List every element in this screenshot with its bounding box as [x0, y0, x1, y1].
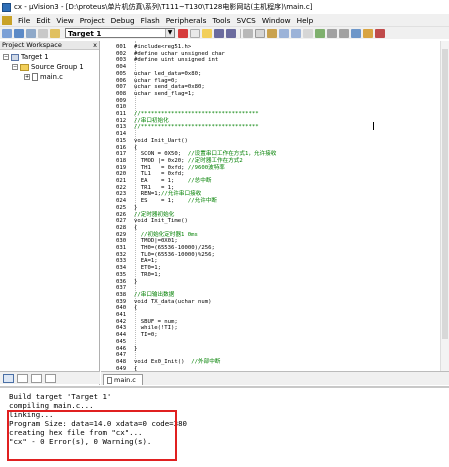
breakpoint-icon[interactable]	[363, 28, 373, 38]
code-line: void Ex0_Init() //外部中断	[134, 358, 221, 365]
text-cursor	[373, 122, 374, 130]
project-workspace-header: Project Workspace x	[0, 41, 99, 50]
code-line: //***********************************	[134, 124, 259, 131]
files-tab-icon[interactable]	[3, 373, 14, 383]
menu-debug[interactable]: Debug	[108, 16, 138, 25]
code-line: TI=0;	[134, 332, 158, 339]
copy-icon[interactable]	[255, 28, 265, 38]
save-all-icon[interactable]	[226, 28, 236, 38]
chevron-down-icon[interactable]: ▼	[165, 29, 174, 37]
editor-tabs: main.c	[101, 371, 449, 385]
options-icon[interactable]	[178, 28, 188, 38]
unindent-icon[interactable]	[339, 28, 349, 38]
menu-view[interactable]: View	[53, 16, 76, 25]
code-line: void Init_Uart()	[134, 137, 188, 144]
window-title: cx - µVision3 - [D:\proteus\单片机仿真\系列\T11…	[14, 3, 313, 11]
target-icon	[11, 53, 19, 61]
debug-icon[interactable]	[351, 28, 361, 38]
tree-item-label: main.c	[40, 73, 63, 81]
build-all-icon[interactable]	[26, 28, 36, 38]
build-icon[interactable]	[2, 28, 12, 38]
code-line: uchar send_flag=1;	[134, 90, 195, 97]
tree-item-label: Source Group 1	[31, 63, 84, 71]
title-bar: cx - µVision3 - [D:\proteus\单片机仿真\系列\T11…	[0, 0, 449, 14]
target-select[interactable]: Target 1 ▼	[65, 28, 175, 38]
menu-file[interactable]: File	[15, 16, 33, 25]
expand-icon[interactable]: +	[24, 74, 30, 80]
code-line: void Init_Time()	[134, 218, 188, 225]
menu-tools[interactable]: Tools	[209, 16, 233, 25]
code-editor[interactable]: 001 002 003 004 005 006 007 008 009 010 011 012 013 0…	[101, 41, 449, 371]
tree-item-source-group[interactable]: − Source Group 1	[12, 63, 84, 71]
document-icon[interactable]	[2, 15, 12, 25]
menu-peripherals[interactable]: Peripherals	[163, 16, 210, 25]
code-line: ES = 1; //允许中断	[134, 198, 218, 205]
project-workspace-title: Project Workspace	[2, 41, 62, 49]
books-tab-icon[interactable]	[17, 373, 28, 383]
project-pane-tabs	[0, 371, 100, 384]
find-icon[interactable]	[303, 28, 313, 38]
open-folder-icon[interactable]	[202, 28, 212, 38]
folder-icon	[20, 63, 29, 71]
code-line: {	[134, 305, 138, 312]
tab-label: main.c	[114, 376, 136, 384]
menu-flash[interactable]: Flash	[138, 16, 163, 25]
code-line: }	[134, 345, 138, 352]
output-line: compiling main.c...	[9, 401, 94, 410]
project-workspace: Project Workspace x − Target 1 − Source …	[0, 41, 100, 385]
file-icon	[107, 376, 112, 384]
toolbar-main: Target 1 ▼	[0, 27, 449, 39]
code-line: TR0=1;	[134, 271, 161, 278]
functions-tab-icon[interactable]	[31, 373, 42, 383]
paste-icon[interactable]	[267, 28, 277, 38]
code-area[interactable]: #include<reg51.h> #define uchar unsigned …	[116, 41, 446, 371]
menu-help[interactable]: Help	[294, 16, 317, 25]
editor-gutter[interactable]	[101, 41, 116, 371]
bookmark-icon[interactable]	[315, 28, 325, 38]
undo-icon[interactable]	[279, 28, 289, 38]
collapse-icon[interactable]: −	[3, 54, 9, 60]
highlight-box	[7, 410, 177, 461]
tree-item-label: Target 1	[21, 53, 49, 61]
toolbar-separator	[240, 28, 241, 38]
code-line: }	[134, 278, 138, 285]
redo-icon[interactable]	[291, 28, 301, 38]
target-select-value: Target 1	[68, 28, 102, 38]
stop-icon[interactable]	[375, 28, 385, 38]
tab-main-c[interactable]: main.c	[103, 374, 143, 385]
save-icon[interactable]	[214, 28, 224, 38]
output-line: Build target 'Target 1'	[9, 392, 112, 401]
menu-project[interactable]: Project	[77, 16, 108, 25]
menu-bar: File Edit View Project Debug Flash Perip…	[0, 14, 449, 27]
collapse-icon[interactable]: −	[12, 64, 18, 70]
code-line: #define uint unsigned int	[134, 57, 219, 64]
file-icon	[32, 73, 38, 81]
menu-window[interactable]: Window	[259, 16, 294, 25]
download-icon[interactable]	[50, 28, 60, 38]
tree-item-target[interactable]: − Target 1	[3, 53, 49, 61]
indent-icon[interactable]	[327, 28, 337, 38]
menu-edit[interactable]: Edit	[33, 16, 53, 25]
rebuild-icon[interactable]	[14, 28, 24, 38]
app-icon	[2, 2, 11, 12]
cut-icon[interactable]	[243, 28, 253, 38]
close-icon[interactable]: x	[93, 41, 97, 49]
menu-svcs[interactable]: SVCS	[233, 16, 258, 25]
tree-item-main-c[interactable]: + main.c	[24, 73, 63, 81]
stop-build-icon[interactable]	[38, 28, 48, 38]
scrollbar-thumb[interactable]	[442, 49, 448, 339]
new-file-icon[interactable]	[190, 28, 200, 38]
code-line: void TX_data(uchar num)	[134, 298, 212, 305]
templates-tab-icon[interactable]	[45, 373, 56, 383]
vertical-scrollbar[interactable]	[440, 41, 449, 371]
